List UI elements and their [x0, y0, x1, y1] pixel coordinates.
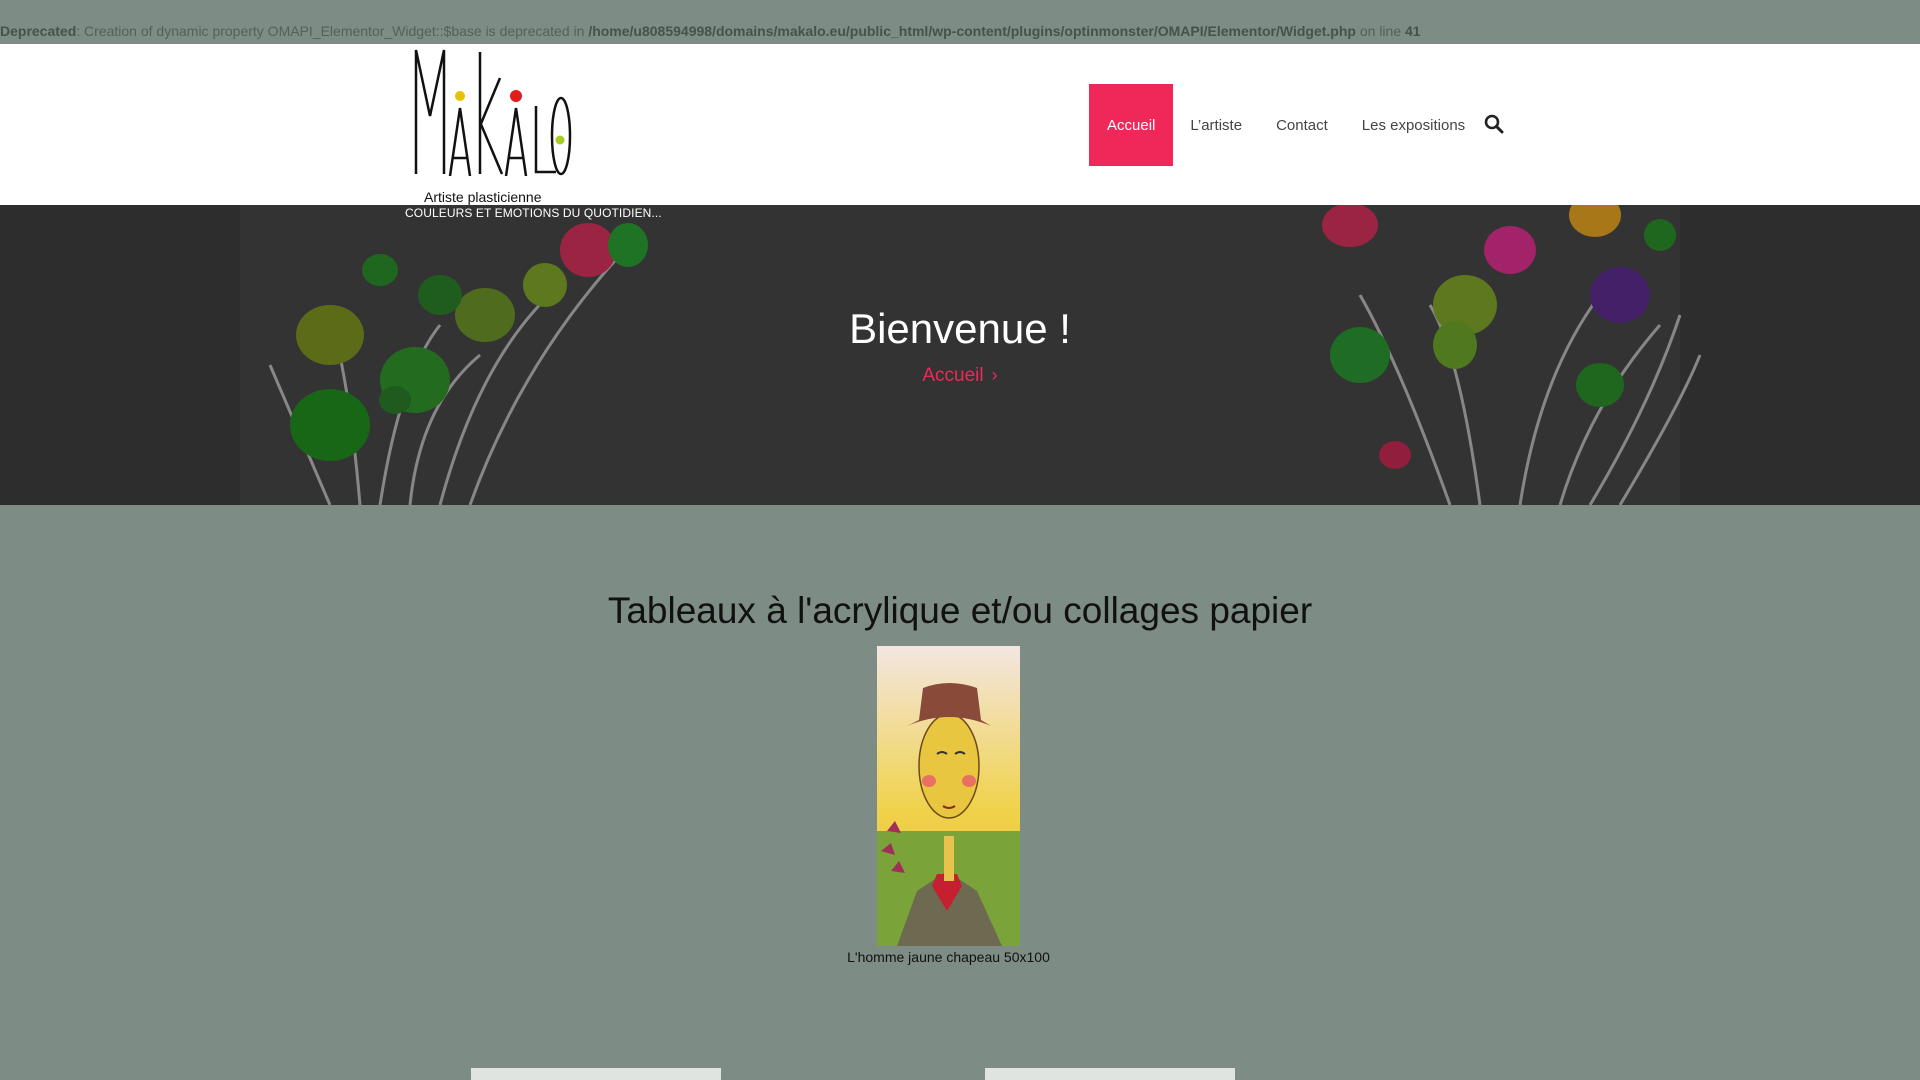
artwork-image[interactable]: [877, 646, 1020, 946]
gallery-card[interactable]: [985, 1068, 1235, 1080]
artwork-caption: L'homme jaune chapeau 50x100: [847, 949, 1050, 965]
notice-line-text: on line: [1355, 23, 1406, 39]
nav-item-accueil[interactable]: Accueil: [1089, 84, 1174, 166]
breadcrumb: Accueil ›: [0, 365, 1920, 387]
site-header: [0, 44, 1920, 205]
makalo-logo[interactable]: Artiste plasticienne: [412, 46, 572, 206]
hero-banner: Bienvenue ! Accueil ›: [0, 205, 1920, 505]
main-nav: Accueil L’artiste Contact Les exposition…: [1089, 84, 1482, 166]
gallery-card[interactable]: [471, 1068, 721, 1080]
logo-subtitle: Artiste plasticienne: [424, 189, 542, 205]
hero-background-image: [0, 205, 1920, 505]
nav-item-artiste[interactable]: L’artiste: [1173, 84, 1259, 166]
php-deprecation-notice: Deprecated: Creation of dynamic property…: [0, 23, 1920, 39]
breadcrumb-home-link[interactable]: Accueil: [922, 365, 983, 386]
hero-title: Bienvenue !: [849, 305, 1071, 352]
notice-message: : Creation of dynamic property OMAPI_Ele…: [76, 23, 589, 39]
notice-label: Deprecated: [0, 23, 77, 39]
nav-item-contact[interactable]: Contact: [1259, 84, 1345, 166]
search-icon[interactable]: [1484, 114, 1504, 134]
section-title: Tableaux à l'acrylique et/ou collages pa…: [607, 590, 1313, 631]
notice-path: /home/u808594998/domains/makalo.eu/publi…: [588, 23, 1356, 39]
site-tagline: COULEURS ET EMOTIONS DU QUOTIDIEN...: [405, 206, 662, 220]
nav-item-expositions[interactable]: Les expositions: [1345, 84, 1482, 166]
chevron-right-icon: ›: [991, 365, 998, 385]
notice-line-number: 41: [1405, 23, 1421, 39]
